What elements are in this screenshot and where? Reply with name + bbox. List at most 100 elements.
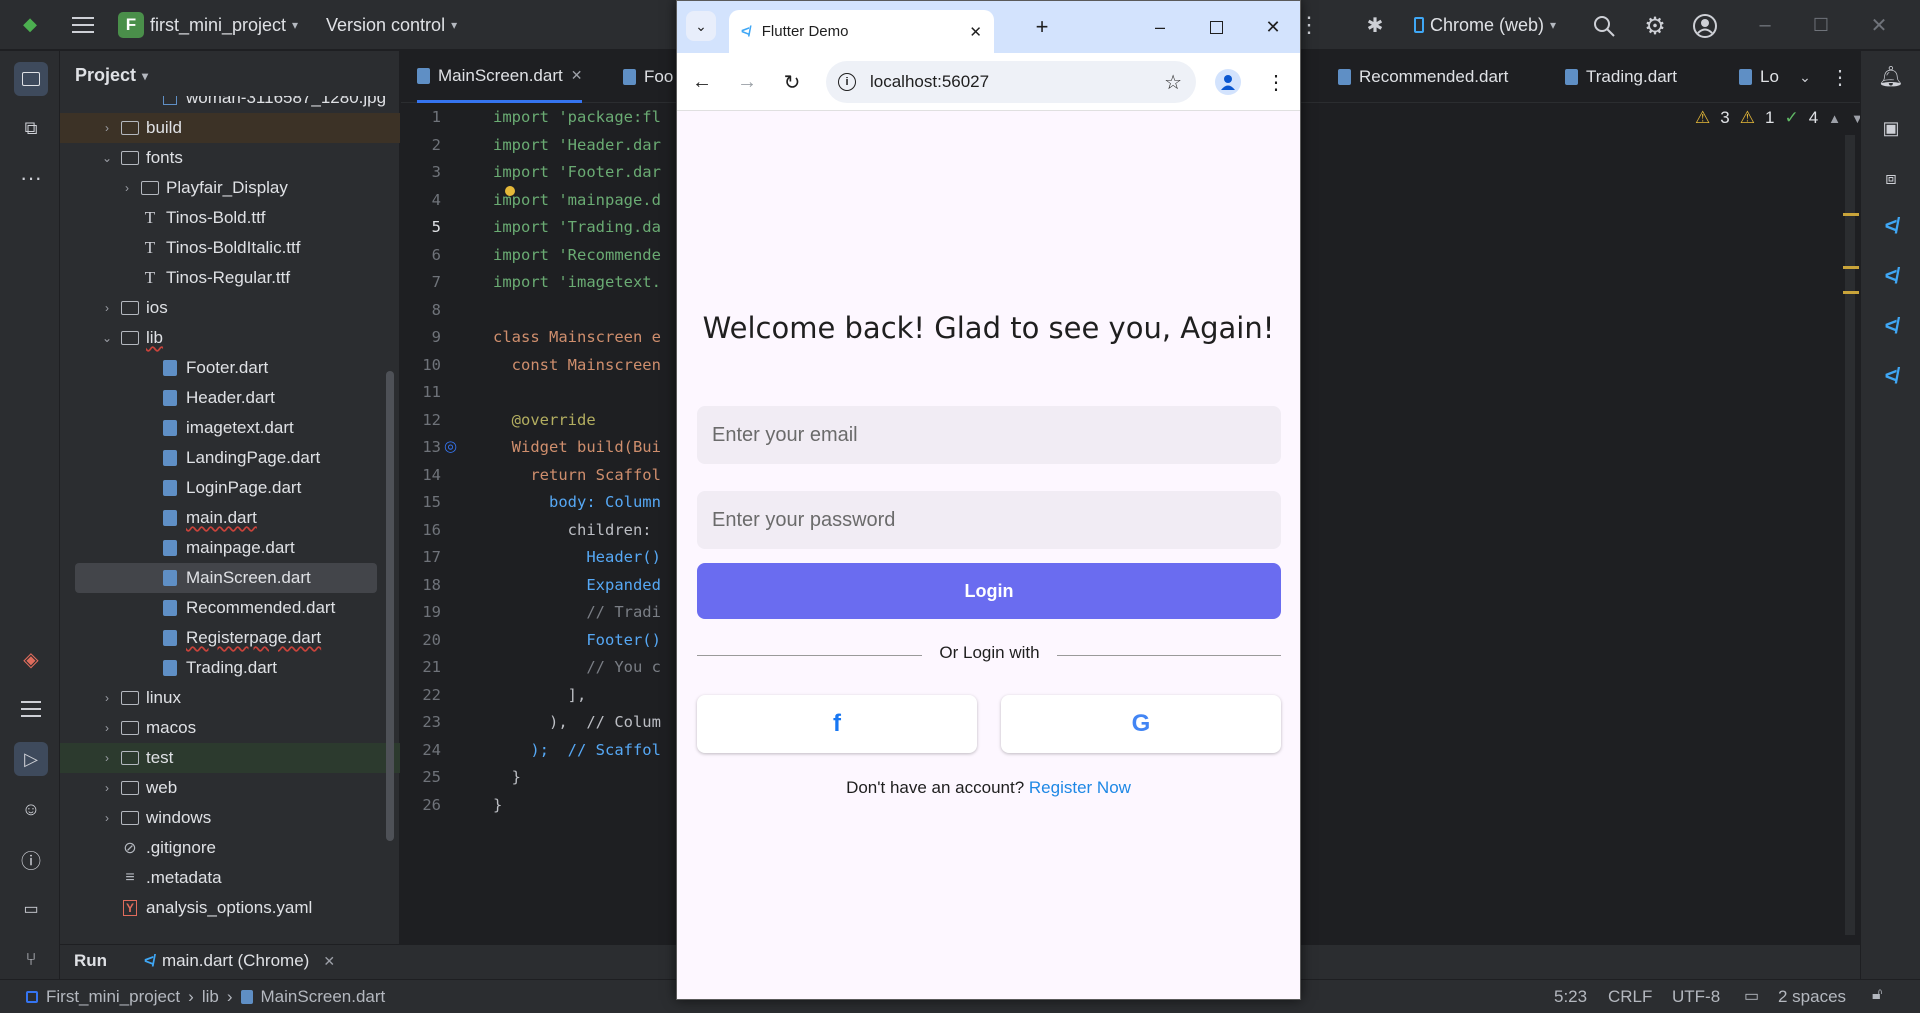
tree-item[interactable]: MainScreen.dart <box>75 563 377 593</box>
code-line[interactable]: Header() <box>493 544 661 572</box>
tab-mainscreen[interactable]: MainScreen.dart ✕ <box>417 51 583 103</box>
chevron-right-icon[interactable]: › <box>120 181 134 195</box>
app-inspection-icon[interactable]: ☺ <box>16 794 46 824</box>
code-line[interactable]: import 'Header.dar <box>493 132 661 160</box>
override-gutter-icon[interactable]: ◎ <box>444 437 457 455</box>
flutter-outline-icon[interactable]: ≮ <box>1876 211 1906 241</box>
tree-item[interactable]: T Tinos-Regular.ttf <box>60 263 400 293</box>
code-line[interactable]: ], <box>493 682 587 710</box>
code-line[interactable]: import 'Trading.da <box>493 214 661 242</box>
tree-item[interactable]: mainpage.dart <box>60 533 400 563</box>
tree-item[interactable]: › macos <box>60 713 400 743</box>
main-menu-icon[interactable] <box>70 12 96 38</box>
tree-item[interactable]: › linux <box>60 683 400 713</box>
code-line[interactable]: const Mainscreen <box>493 352 661 380</box>
code-line[interactable]: Widget build(Bui <box>493 434 661 462</box>
tree-item[interactable]: ⊘ .gitignore <box>60 833 400 863</box>
profile-avatar-icon[interactable] <box>1215 69 1241 95</box>
chevron-right-icon[interactable]: › <box>100 691 114 705</box>
minimize-icon[interactable]: – <box>1147 14 1173 40</box>
minimize-icon[interactable]: – <box>1752 12 1778 38</box>
tree-item[interactable]: imagetext.dart <box>60 413 400 443</box>
google-login-button[interactable]: G <box>1001 695 1281 753</box>
close-tab-icon[interactable]: ✕ <box>571 67 583 84</box>
running-devices-icon[interactable]: ⧈ <box>1876 163 1906 193</box>
indent-setting[interactable]: 2 spaces <box>1778 987 1846 1007</box>
project-tool-folder-icon[interactable] <box>14 62 48 96</box>
close-icon[interactable]: ✕ <box>1866 12 1892 38</box>
close-tab-icon[interactable]: ✕ <box>969 23 982 41</box>
code-line[interactable]: } <box>493 792 502 820</box>
code-line[interactable]: ); // Scaffol <box>493 737 661 765</box>
tab-login[interactable]: Lo <box>1739 51 1779 103</box>
line-separator[interactable]: CRLF <box>1608 987 1652 1007</box>
tab-trading[interactable]: Trading.dart <box>1565 51 1677 103</box>
tree-item[interactable]: ⌄ lib <box>60 323 400 353</box>
code-line[interactable]: import 'package:fl <box>493 104 661 132</box>
tree-item[interactable]: Header.dart <box>60 383 400 413</box>
error-stripe-mark[interactable] <box>1843 213 1859 216</box>
settings-gear-icon[interactable]: ⚙ <box>1640 11 1670 41</box>
maximize-icon[interactable]: ☐ <box>1808 12 1834 38</box>
tree-item[interactable]: Trading.dart <box>60 653 400 683</box>
logcat-icon[interactable] <box>16 694 46 724</box>
facebook-login-button[interactable]: f <box>697 695 977 753</box>
tree-item[interactable]: Registerpage.dart <box>60 623 400 653</box>
chrome-tab[interactable]: ≮ Flutter Demo ✕ <box>729 10 994 53</box>
code-line[interactable]: Footer() <box>493 627 661 655</box>
new-tab-plus-icon[interactable]: + <box>1029 14 1055 40</box>
run-tool-icon[interactable]: ▷ <box>14 742 48 776</box>
close-icon[interactable]: ✕ <box>1260 14 1286 40</box>
tree-item[interactable]: LoginPage.dart <box>60 473 400 503</box>
lock-icon[interactable]: 🔓︎ <box>1872 986 1882 1004</box>
tree-item[interactable]: T Tinos-BoldItalic.ttf <box>60 233 400 263</box>
run-config-selector[interactable]: Chrome (web) ▾ <box>1414 0 1556 50</box>
terminal-icon[interactable]: ▭ <box>16 894 46 924</box>
code-line[interactable]: // You c <box>493 654 661 682</box>
register-now-link[interactable]: Register Now <box>1029 778 1131 797</box>
tree-item[interactable]: › windows <box>60 803 400 833</box>
code-line[interactable]: body: Column <box>493 489 661 517</box>
tree-item[interactable]: LandingPage.dart <box>60 443 400 473</box>
notifications-bell-icon[interactable]: 🔔︎ <box>1876 61 1906 91</box>
problems-icon[interactable]: ⓘ <box>16 844 46 874</box>
forward-arrow-icon[interactable]: → <box>732 67 762 97</box>
error-stripe-mark[interactable] <box>1843 266 1859 269</box>
email-field[interactable]: Enter your email <box>697 406 1281 464</box>
chrome-menu-icon[interactable]: ⋮ <box>1265 67 1287 97</box>
chevron-right-icon[interactable]: › <box>100 721 114 735</box>
editor-scrollbar[interactable] <box>1845 135 1855 935</box>
code-line[interactable]: return Scaffol <box>493 462 661 490</box>
debug-icon[interactable]: ✱ <box>1360 10 1390 40</box>
search-icon[interactable] <box>1590 12 1618 40</box>
chevron-down-icon[interactable]: ⌄ <box>100 331 114 345</box>
structure-icon[interactable]: ⧉ <box>16 113 46 143</box>
breadcrumb-project[interactable]: First_mini_project <box>46 987 180 1007</box>
code-line[interactable]: } <box>493 764 521 792</box>
flutter-inspector-icon[interactable]: ◈ <box>16 644 46 674</box>
code-line[interactable]: ), // Colum <box>493 709 661 737</box>
file-encoding[interactable]: UTF-8 <box>1672 987 1720 1007</box>
breadcrumb-folder[interactable]: lib <box>202 987 219 1007</box>
site-info-icon[interactable]: i <box>838 73 856 91</box>
tabs-dropdown-icon[interactable]: ⌄ <box>1793 65 1817 89</box>
version-control-menu[interactable]: Version control ▾ <box>326 0 457 50</box>
git-branch-icon[interactable]: ⑂ <box>16 944 46 974</box>
readonly-toggle-icon[interactable]: ▭ <box>1744 986 1759 1006</box>
chevron-down-icon[interactable]: ⌄ <box>100 151 114 165</box>
code-line[interactable]: import 'Footer.dar <box>493 159 661 187</box>
code-line[interactable]: @override <box>493 407 596 435</box>
tree-item[interactable]: ⌄ fonts <box>60 143 400 173</box>
login-button[interactable]: Login <box>697 563 1281 619</box>
more-tools-icon[interactable]: ··· <box>16 163 46 193</box>
flutter-performance-icon[interactable]: ≮ <box>1876 311 1906 341</box>
tree-item[interactable]: › web <box>60 773 400 803</box>
tree-item[interactable]: Yanalysis_options.yaml <box>60 893 400 923</box>
account-icon[interactable] <box>1690 11 1720 41</box>
tab-recommended[interactable]: Recommended.dart <box>1338 51 1508 103</box>
bookmark-star-icon[interactable]: ☆ <box>1164 70 1182 95</box>
tree-item[interactable]: ≡ .metadata <box>60 863 400 893</box>
code-line[interactable]: import 'imagetext. <box>493 269 661 297</box>
tree-item[interactable]: Footer.dart <box>60 353 400 383</box>
tree-scrollbar[interactable] <box>386 371 394 841</box>
